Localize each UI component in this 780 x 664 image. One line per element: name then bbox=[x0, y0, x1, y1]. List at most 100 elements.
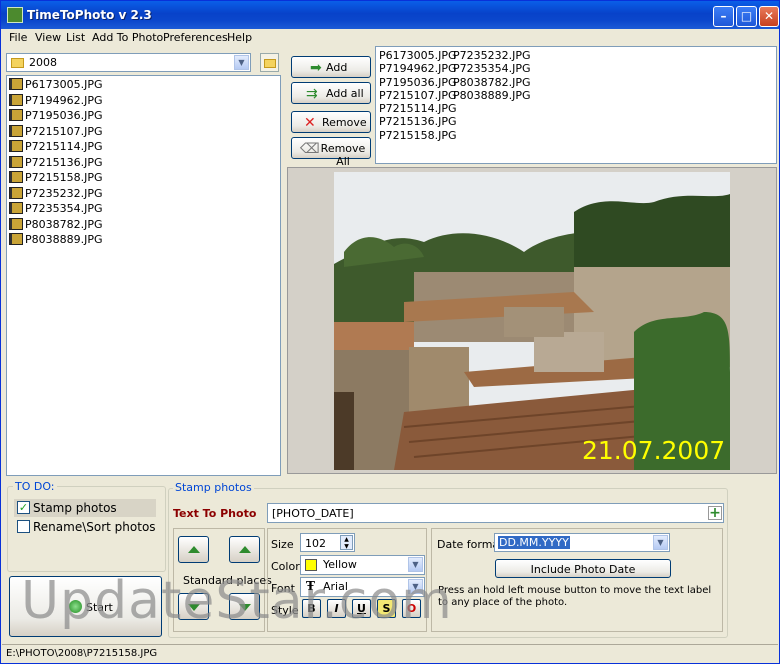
maximize-button[interactable]: □ bbox=[736, 6, 757, 27]
include-photo-date-button[interactable]: Include Photo Date bbox=[495, 559, 671, 578]
file-name: P6173005.JPG bbox=[25, 78, 103, 91]
rename-sort-label: Rename\Sort photos bbox=[33, 520, 156, 534]
file-list[interactable]: P6173005.JPG P7194962.JPG P7195036.JPG P721… bbox=[6, 75, 281, 476]
remove-all-label: Remove All bbox=[320, 142, 366, 168]
rename-checkbox[interactable] bbox=[17, 520, 30, 533]
title-bar: TimeToPhoto v 2.3 – □ ✕ bbox=[1, 1, 779, 29]
folder-up-icon bbox=[264, 59, 276, 68]
minimize-button[interactable]: – bbox=[713, 6, 734, 27]
file-list-item[interactable]: P6173005.JPG bbox=[9, 78, 103, 93]
menu-view[interactable]: View bbox=[35, 31, 61, 44]
menu-preferences[interactable]: Preferences bbox=[163, 31, 228, 44]
chevron-down-icon[interactable]: ▼ bbox=[653, 535, 668, 550]
selected-file-item[interactable]: P8038782.JPG bbox=[453, 76, 531, 89]
remove-button[interactable]: ✕ Remove bbox=[291, 111, 371, 133]
todo-item-stamp[interactable]: ✓ Stamp photos bbox=[14, 499, 156, 517]
watermark: UpdateStar.com bbox=[21, 571, 453, 631]
add-all-icon: ⇉ bbox=[306, 86, 318, 102]
app-window: TimeToPhoto v 2.3 – □ ✕ File View List A… bbox=[0, 0, 780, 664]
selected-file-item[interactable]: P7235354.JPG bbox=[453, 62, 531, 75]
x-icon: ✕ bbox=[304, 115, 316, 131]
include-photo-date-label: Include Photo Date bbox=[530, 563, 636, 576]
text-to-photo-label: Text To Photo bbox=[173, 507, 257, 520]
stamp-checkbox[interactable]: ✓ bbox=[17, 501, 30, 514]
file-name: P7235354.JPG bbox=[25, 202, 103, 215]
jpg-file-icon bbox=[9, 202, 23, 214]
file-name: P7215136.JPG bbox=[25, 155, 103, 169]
jpg-file-icon bbox=[9, 140, 23, 152]
menu-file[interactable]: File bbox=[9, 31, 27, 44]
date-format-value: DD.MM.YYYY bbox=[498, 536, 570, 549]
stamp-legend: Stamp photos bbox=[173, 481, 254, 494]
file-name: P7195036.JPG bbox=[25, 109, 103, 122]
jpg-file-icon bbox=[9, 233, 23, 245]
preview-photo[interactable]: 21.07.2007 bbox=[334, 172, 730, 470]
size-label: Size bbox=[271, 538, 294, 551]
folder-value: 2008 bbox=[29, 56, 57, 69]
selected-file-item[interactable]: P7235232.JPG bbox=[453, 49, 531, 62]
jpg-file-icon bbox=[9, 217, 23, 230]
file-list-item[interactable]: P7215114.JPG bbox=[9, 140, 103, 155]
file-list-item[interactable]: P7194962.JPG bbox=[9, 93, 103, 109]
size-spinner[interactable]: ▲ ▼ bbox=[340, 535, 353, 550]
arrow-up-icon bbox=[239, 546, 251, 553]
remove-all-button[interactable]: ⌫ Remove All bbox=[291, 137, 371, 168]
file-name: P7194962.JPG bbox=[25, 93, 103, 107]
menu-list[interactable]: List bbox=[66, 31, 85, 44]
file-list-item[interactable]: P7235354.JPG bbox=[9, 202, 103, 217]
color-swatch bbox=[305, 559, 317, 571]
file-name: P7215158.JPG bbox=[25, 171, 103, 184]
photo-image bbox=[334, 172, 730, 470]
folder-combo[interactable]: 2008 ▼ bbox=[6, 53, 251, 72]
selected-column-2: P7235232.JPG P7235354.JPG P8038782.JPG P803… bbox=[453, 49, 531, 102]
selected-file-item[interactable]: P8038889.JPG bbox=[453, 89, 531, 102]
status-bar: E:\PHOTO\2008\P7215158.JPG bbox=[2, 644, 778, 663]
jpg-file-icon bbox=[9, 78, 23, 90]
file-list-item[interactable]: P7215136.JPG bbox=[9, 155, 103, 171]
file-list-item[interactable]: P7215158.JPG bbox=[9, 171, 103, 186]
menu-add-to-photo[interactable]: Add To Photo bbox=[92, 31, 163, 44]
file-name: P7215107.JPG bbox=[25, 124, 103, 138]
selected-file-item[interactable]: P6173005.JPG bbox=[379, 49, 457, 62]
selected-file-item[interactable]: P7195036.JPG bbox=[379, 76, 457, 89]
add-token-icon[interactable]: + bbox=[708, 506, 722, 520]
add-all-button[interactable]: ⇉ Add all bbox=[291, 82, 371, 104]
file-list-item[interactable]: P8038782.JPG bbox=[9, 217, 103, 233]
arrow-up-icon bbox=[188, 546, 200, 553]
chevron-down-icon[interactable]: ▼ bbox=[234, 55, 249, 70]
add-button[interactable]: ➡ Add bbox=[291, 56, 371, 78]
date-stamp-overlay[interactable]: 21.07.2007 bbox=[582, 436, 725, 465]
menu-help[interactable]: Help bbox=[227, 31, 252, 44]
up-folder-button[interactable] bbox=[260, 53, 279, 72]
selected-files-list[interactable]: P6173005.JPG P7194962.JPG P7195036.JPG P721… bbox=[375, 46, 777, 164]
menu-bar: File View List Add To Photo Preferences … bbox=[2, 29, 778, 46]
date-format-combo[interactable]: DD.MM.YYYY ▼ bbox=[494, 533, 670, 552]
chevron-down-icon[interactable]: ▼ bbox=[408, 557, 423, 572]
text-to-photo-input[interactable]: [PHOTO_DATE] bbox=[267, 503, 724, 523]
selected-file-item[interactable]: P7215114.JPG bbox=[379, 102, 457, 115]
jpg-file-icon bbox=[9, 186, 23, 199]
jpg-file-icon bbox=[9, 109, 23, 121]
close-button[interactable]: ✕ bbox=[759, 6, 779, 27]
file-list-item[interactable]: P8038889.JPG bbox=[9, 233, 103, 248]
arrow-right-icon: ➡ bbox=[310, 60, 322, 76]
place-top-left-button[interactable] bbox=[178, 536, 209, 563]
jpg-file-icon bbox=[9, 93, 23, 106]
file-list-item[interactable]: P7235232.JPG bbox=[9, 186, 103, 202]
app-icon bbox=[7, 7, 23, 23]
jpg-file-icon bbox=[9, 155, 23, 168]
selected-column-1: P6173005.JPG P7194962.JPG P7195036.JPG P721… bbox=[379, 49, 457, 142]
todo-item-rename[interactable]: Rename\Sort photos bbox=[14, 518, 156, 536]
selected-file-item[interactable]: P7215107.JPG bbox=[379, 89, 457, 102]
selected-file-item[interactable]: P7194962.JPG bbox=[379, 62, 457, 75]
folder-icon bbox=[11, 58, 24, 68]
photo-preview[interactable]: 21.07.2007 bbox=[287, 167, 777, 474]
jpg-file-icon bbox=[9, 124, 23, 137]
todo-legend: TO DO: bbox=[13, 480, 57, 493]
selected-file-item[interactable]: P7215136.JPG bbox=[379, 115, 457, 128]
file-list-item[interactable]: P7195036.JPG bbox=[9, 109, 103, 124]
file-name: P8038782.JPG bbox=[25, 217, 103, 231]
selected-file-item[interactable]: P7215158.JPG bbox=[379, 129, 457, 142]
place-top-right-button[interactable] bbox=[229, 536, 260, 563]
file-list-item[interactable]: P7215107.JPG bbox=[9, 124, 103, 140]
